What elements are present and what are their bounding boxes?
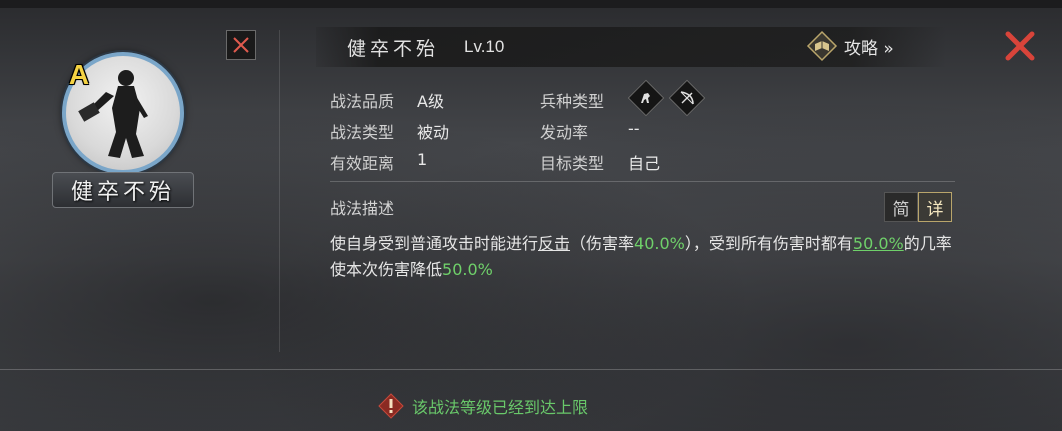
guide-label: 攻略 » — [844, 38, 894, 59]
close-icon[interactable] — [1002, 28, 1038, 64]
top-bar — [0, 0, 1062, 8]
description-title: 战法描述 — [330, 199, 395, 218]
panel-divider-horizontal — [0, 369, 1062, 370]
max-level-notice: 该战法等级已经到达上限 — [378, 393, 588, 419]
desc-text-c: ），受到所有伤害时都有 — [684, 234, 853, 253]
trigger-rate-label: 发动率 — [540, 123, 589, 142]
desc-text-a: 使自身受到普通攻击时能进行 — [330, 234, 539, 253]
target-type-value: 自己 — [628, 154, 661, 173]
book-icon — [806, 30, 838, 62]
close-icon — [233, 37, 249, 53]
bow-icon — [680, 91, 694, 105]
notice-text: 该战法等级已经到达上限 — [412, 398, 589, 417]
type-value: 被动 — [417, 123, 450, 142]
skill-name: 健卒不殆 — [347, 38, 440, 60]
archer-unit-icon — [668, 79, 706, 117]
damage-rate-value: 40.0% — [634, 234, 685, 253]
reduce-value: 50.0% — [442, 260, 493, 279]
quality-value: A级 — [417, 92, 444, 111]
grade-badge: A — [68, 59, 90, 90]
desc-text-b: （伤害率 — [570, 234, 635, 253]
chance-value: 50.0% — [852, 234, 904, 253]
warning-icon — [378, 393, 404, 419]
close-small-button[interactable] — [226, 30, 256, 60]
description-mode-toggle: 简 详 — [884, 192, 952, 222]
panel-divider-vertical — [279, 30, 280, 352]
range-value: 1 — [417, 150, 428, 169]
skill-level: Lv.10 — [464, 37, 505, 56]
quality-label: 战法品质 — [330, 92, 395, 111]
range-label: 有效距离 — [330, 154, 395, 173]
detail-mode-button[interactable]: 详 — [918, 192, 952, 222]
type-label: 战法类型 — [330, 123, 395, 142]
cavalry-unit-icon — [627, 79, 665, 117]
troop-type-label: 兵种类型 — [540, 92, 605, 111]
simple-mode-button[interactable]: 简 — [884, 192, 918, 222]
trigger-rate-value: -- — [628, 119, 640, 138]
portrait-name-plate: 健卒不殆 — [52, 172, 194, 208]
horse-icon — [641, 93, 650, 103]
target-type-label: 目标类型 — [540, 154, 605, 173]
section-divider — [330, 181, 955, 182]
skill-description: 使自身受到普通攻击时能进行反击（伤害率40.0%），受到所有伤害时都有50.0%… — [330, 231, 955, 283]
counter-link[interactable]: 反击 — [538, 234, 570, 253]
guide-button[interactable]: 攻略 » — [806, 29, 894, 63]
